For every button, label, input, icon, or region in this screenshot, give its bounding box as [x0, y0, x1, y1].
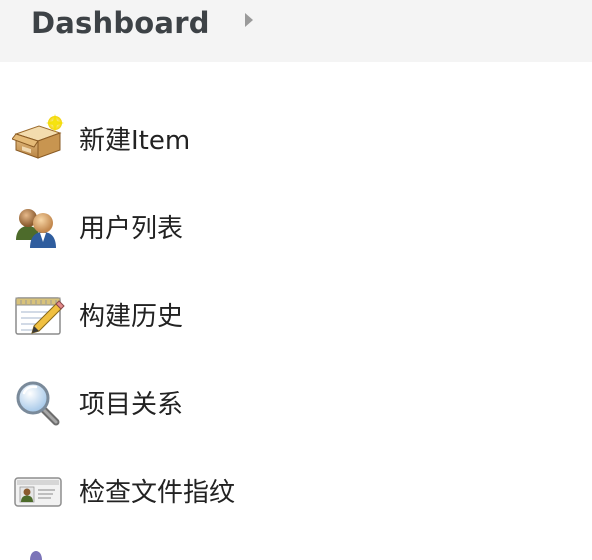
task-new-item[interactable]: 新建Item [12, 108, 572, 168]
task-label: 项目关系 [79, 390, 184, 420]
partial-next-task-icon [30, 551, 42, 560]
id-card-icon [14, 477, 62, 507]
side-panel-tasks: 新建Item 用户列表 构建历史 项目关系 检查文件指纹 [0, 62, 592, 560]
task-label: 新建Item [79, 126, 191, 156]
magnifier-icon [16, 381, 60, 426]
breadcrumb-dashboard-link[interactable]: Dashboard [31, 6, 210, 40]
task-label: 构建历史 [79, 302, 184, 332]
task-people[interactable]: 用户列表 [12, 196, 572, 256]
task-project-relationship[interactable]: 项目关系 [12, 372, 572, 432]
breadcrumb-chevron-right-icon[interactable] [245, 13, 253, 27]
breadcrumb: Dashboard [0, 0, 592, 62]
task-build-history[interactable]: 构建历史 [12, 284, 572, 344]
task-label: 检查文件指纹 [79, 478, 236, 508]
notepad-pencil-icon [15, 297, 65, 335]
task-check-file-fingerprint[interactable]: 检查文件指纹 [12, 460, 572, 520]
new-package-icon [12, 114, 64, 159]
task-label: 用户列表 [79, 214, 184, 244]
users-icon [16, 209, 56, 248]
